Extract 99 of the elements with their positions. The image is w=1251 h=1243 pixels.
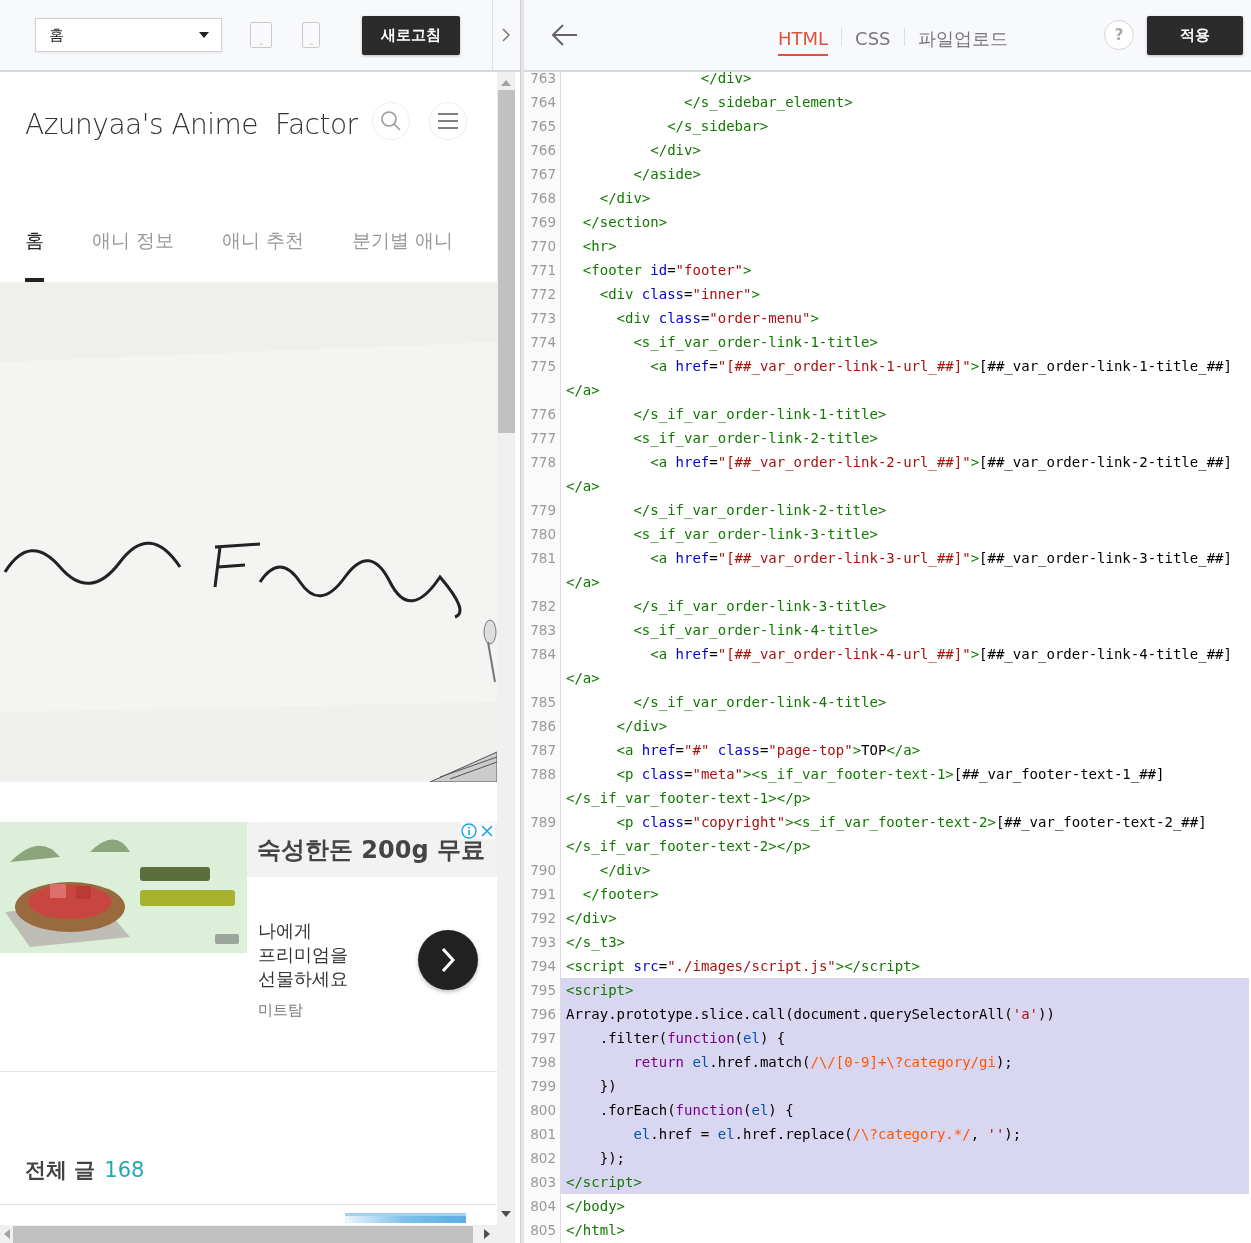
code-line: </s_sidebar> <box>666 117 770 137</box>
line-number: 780 <box>529 525 557 544</box>
code-line: </s_sidebar_element> <box>683 93 854 113</box>
line-number: 790 <box>529 861 557 880</box>
code-line: <s_if_var_order-link-4-title> <box>632 621 879 641</box>
line-number: 787 <box>529 741 557 760</box>
code-line: <hr> <box>581 237 618 256</box>
code-line: </div> <box>565 909 618 928</box>
line-number: 800 <box>529 1101 557 1120</box>
code-line: </s_if_var_order-link-4-title> <box>632 693 888 713</box>
line-number: 788 <box>529 765 557 784</box>
line-number: 767 <box>529 165 557 184</box>
code-line: </s_if_var_footer-text-2></p> <box>565 837 812 857</box>
line-number: 781 <box>529 549 557 568</box>
line-number: 779 <box>529 501 557 520</box>
line-number: 795 <box>529 981 557 1000</box>
code-line: <s_if_var_order-link-2-title> <box>632 429 879 449</box>
line-number: 766 <box>529 141 557 160</box>
line-number: 801 <box>529 1125 557 1144</box>
code-line: </section> <box>581 213 669 232</box>
line-number: 774 <box>529 333 557 352</box>
line-number: 785 <box>529 693 557 712</box>
nav-tab[interactable]: 애니 추천 <box>222 203 305 282</box>
code-line: <footer id="footer"> <box>581 261 753 280</box>
code-line: </s_if_var_order-link-3-title> <box>632 597 888 617</box>
line-number: 775 <box>529 357 557 376</box>
code-line: <p class="copyright"><s_if_var_footer-text-2>[##_var_footer-text-2_##] <box>615 813 1208 833</box>
advertiser-name: 미트탐 <box>258 1001 304 1020</box>
code-line: <a href="[##_var_order-link-3-url_##]">[##_var_order-link-3-title_##] <box>649 549 1233 569</box>
code-line: </div> <box>598 189 652 208</box>
editor-tab[interactable]: 파일업로드 <box>917 18 1008 58</box>
editor-tab[interactable]: HTML <box>778 20 829 56</box>
page-select[interactable]: 홈 <box>35 18 222 52</box>
line-number: 789 <box>529 813 557 832</box>
blog-title: Azunyaa's Anime Factor <box>25 107 359 143</box>
refresh-button[interactable]: 새로고침 <box>362 15 460 55</box>
line-number: 778 <box>529 453 557 472</box>
line-number: 804 <box>529 1197 557 1216</box>
code-line: </s_if_var_footer-text-1></p> <box>565 789 812 809</box>
code-line: </footer> <box>581 885 660 904</box>
code-line: <a href="[##_var_order-link-4-url_##]">[##_var_order-link-4-title_##] <box>649 645 1233 665</box>
line-number: 791 <box>529 885 557 904</box>
code-line: <s_if_var_order-link-3-title> <box>632 525 879 545</box>
line-number: 798 <box>529 1053 557 1072</box>
line-number: 771 <box>529 261 557 280</box>
code-line: </s_if_var_order-link-2-title> <box>632 501 888 521</box>
line-number: 802 <box>529 1149 557 1168</box>
ad-text: 나에게 프리미엄을 선물하세요 <box>258 919 349 991</box>
line-number: 796 <box>529 1005 557 1024</box>
code-line: <s_if_var_order-link-1-title> <box>632 333 879 353</box>
apply-button[interactable]: 적용 <box>1147 15 1243 55</box>
line-number: 777 <box>529 429 557 448</box>
code-line: </a> <box>565 477 601 496</box>
code-line: <p class="meta"><s_if_var_footer-text-1>[##_var_footer-text-1_##] <box>615 765 1166 785</box>
code-line: </body> <box>565 1197 626 1216</box>
line-number: 773 <box>529 309 557 328</box>
nav-tab[interactable]: 분기별 애니 <box>352 203 454 282</box>
code-line: </div> <box>699 72 753 88</box>
help-button[interactable]: ? <box>1104 20 1134 50</box>
code-line: </div> <box>615 717 669 736</box>
code-line: </div> <box>649 141 702 160</box>
line-number: 782 <box>529 597 557 616</box>
nav-tab[interactable]: 애니 정보 <box>92 203 175 282</box>
ad-headline[interactable]: 숙성한돈 200g 무료 <box>247 822 497 877</box>
line-number: 784 <box>529 645 557 664</box>
code-line: </s_t3> <box>565 933 626 953</box>
line-number: 763 <box>529 72 557 88</box>
line-number: 765 <box>529 117 557 136</box>
line-number: 792 <box>529 909 557 928</box>
code-line: <div class="order-menu"> <box>615 309 820 328</box>
code-line: </s_if_var_order-link-1-title> <box>632 405 888 425</box>
line-number: 803 <box>529 1173 557 1192</box>
line-number: 772 <box>529 285 557 304</box>
line-number: 799 <box>529 1077 557 1096</box>
line-number: 786 <box>529 717 557 736</box>
code-line: <a href="[##_var_order-link-2-url_##]">[##_var_order-link-2-title_##] <box>649 453 1233 473</box>
code-line: <script src="./images/script.js"></script> <box>565 957 922 976</box>
code-line: </a> <box>565 573 601 592</box>
editor-tab[interactable]: CSS <box>855 20 891 56</box>
line-number: 769 <box>529 213 557 232</box>
line-number: 776 <box>529 405 557 424</box>
line-number: 805 <box>529 1221 557 1240</box>
post-count: 168 <box>104 1158 145 1182</box>
code-line: </a> <box>565 381 601 400</box>
code-line: </aside> <box>632 165 702 184</box>
post-count-label: 전체 글 <box>25 1157 96 1184</box>
line-number: 764 <box>529 93 557 112</box>
code-line: </a> <box>565 669 601 688</box>
line-number: 794 <box>529 957 557 976</box>
line-number: 797 <box>529 1029 557 1048</box>
line-number: 783 <box>529 621 557 640</box>
line-number: 768 <box>529 189 557 208</box>
code-line: <a href="[##_var_order-link-1-url_##]">[##_var_order-link-1-title_##] <box>649 357 1233 377</box>
line-number: 793 <box>529 933 557 952</box>
code-line: <div class="inner"> <box>598 285 761 304</box>
code-line: </html> <box>565 1221 626 1240</box>
code-line: </div> <box>598 861 652 880</box>
code-line: <a href="#" class="page-top">TOP</a> <box>615 741 922 760</box>
line-number: 770 <box>529 237 557 256</box>
